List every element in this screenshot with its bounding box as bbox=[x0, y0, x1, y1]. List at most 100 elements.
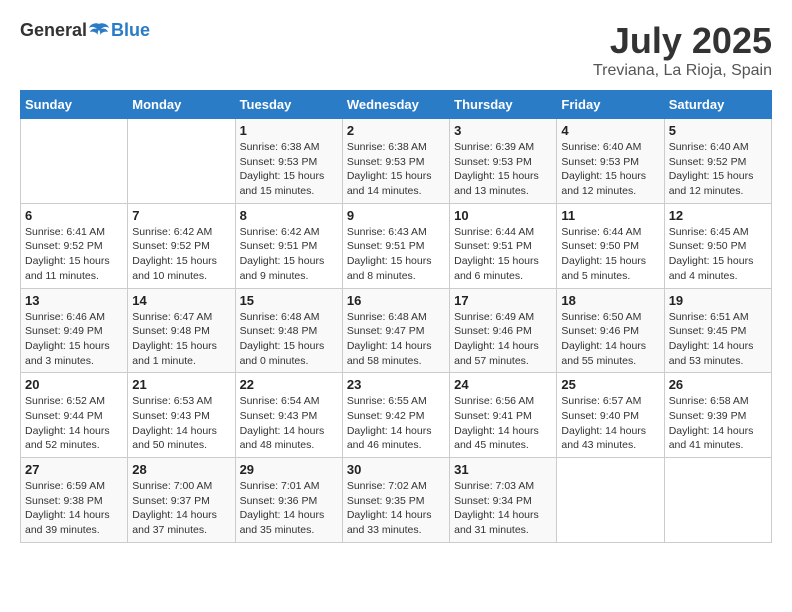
logo-general-text: General bbox=[20, 20, 87, 41]
day-info: Sunrise: 6:40 AMSunset: 9:53 PMDaylight:… bbox=[561, 140, 659, 199]
day-number: 28 bbox=[132, 462, 230, 477]
day-info: Sunrise: 6:42 AMSunset: 9:51 PMDaylight:… bbox=[240, 225, 338, 284]
day-number: 10 bbox=[454, 208, 552, 223]
day-info: Sunrise: 6:58 AMSunset: 9:39 PMDaylight:… bbox=[669, 394, 767, 453]
calendar-cell: 11 Sunrise: 6:44 AMSunset: 9:50 PMDayligh… bbox=[557, 203, 664, 288]
calendar-cell: 23 Sunrise: 6:55 AMSunset: 9:42 PMDayligh… bbox=[342, 373, 449, 458]
day-info: Sunrise: 6:44 AMSunset: 9:50 PMDaylight:… bbox=[561, 225, 659, 284]
day-number: 15 bbox=[240, 293, 338, 308]
day-number: 18 bbox=[561, 293, 659, 308]
day-info: Sunrise: 6:43 AMSunset: 9:51 PMDaylight:… bbox=[347, 225, 445, 284]
day-number: 14 bbox=[132, 293, 230, 308]
day-info: Sunrise: 6:48 AMSunset: 9:47 PMDaylight:… bbox=[347, 310, 445, 369]
calendar-cell: 9 Sunrise: 6:43 AMSunset: 9:51 PMDaylight… bbox=[342, 203, 449, 288]
calendar-cell bbox=[664, 458, 771, 543]
day-info: Sunrise: 6:56 AMSunset: 9:41 PMDaylight:… bbox=[454, 394, 552, 453]
calendar-table: SundayMondayTuesdayWednesdayThursdayFrid… bbox=[20, 90, 772, 543]
day-number: 8 bbox=[240, 208, 338, 223]
header-friday: Friday bbox=[557, 91, 664, 119]
day-number: 11 bbox=[561, 208, 659, 223]
day-info: Sunrise: 6:38 AMSunset: 9:53 PMDaylight:… bbox=[347, 140, 445, 199]
day-info: Sunrise: 6:41 AMSunset: 9:52 PMDaylight:… bbox=[25, 225, 123, 284]
calendar-week-row: 13Sunrise: 6:46 AMSunset: 9:49 PMDayligh… bbox=[21, 288, 772, 373]
day-number: 2 bbox=[347, 123, 445, 138]
calendar-cell: 2 Sunrise: 6:38 AMSunset: 9:53 PMDaylight… bbox=[342, 119, 449, 204]
calendar-cell: 18 Sunrise: 6:50 AMSunset: 9:46 PMDayligh… bbox=[557, 288, 664, 373]
calendar-cell bbox=[21, 119, 128, 204]
day-info: Sunrise: 6:53 AMSunset: 9:43 PMDaylight:… bbox=[132, 394, 230, 453]
day-number: 23 bbox=[347, 377, 445, 392]
day-number: 6 bbox=[25, 208, 123, 223]
day-number: 13 bbox=[25, 293, 123, 308]
day-info: Sunrise: 6:50 AMSunset: 9:46 PMDaylight:… bbox=[561, 310, 659, 369]
calendar-cell: 28 Sunrise: 7:00 AMSunset: 9:37 PMDayligh… bbox=[128, 458, 235, 543]
day-info: Sunrise: 7:00 AMSunset: 9:37 PMDaylight:… bbox=[132, 479, 230, 538]
calendar-cell: 7Sunrise: 6:42 AMSunset: 9:52 PMDaylight… bbox=[128, 203, 235, 288]
calendar-cell bbox=[128, 119, 235, 204]
calendar-cell: 10Sunrise: 6:44 AMSunset: 9:51 PMDayligh… bbox=[450, 203, 557, 288]
day-number: 26 bbox=[669, 377, 767, 392]
day-info: Sunrise: 6:39 AMSunset: 9:53 PMDaylight:… bbox=[454, 140, 552, 199]
calendar-cell: 17Sunrise: 6:49 AMSunset: 9:46 PMDayligh… bbox=[450, 288, 557, 373]
calendar-cell: 3 Sunrise: 6:39 AMSunset: 9:53 PMDaylight… bbox=[450, 119, 557, 204]
calendar-cell: 1Sunrise: 6:38 AMSunset: 9:53 PMDaylight… bbox=[235, 119, 342, 204]
month-title: July 2025 bbox=[593, 20, 772, 62]
calendar-cell: 15Sunrise: 6:48 AMSunset: 9:48 PMDayligh… bbox=[235, 288, 342, 373]
logo: General Blue bbox=[20, 20, 150, 41]
day-number: 9 bbox=[347, 208, 445, 223]
calendar-cell: 16 Sunrise: 6:48 AMSunset: 9:47 PMDayligh… bbox=[342, 288, 449, 373]
day-number: 25 bbox=[561, 377, 659, 392]
calendar-cell: 21 Sunrise: 6:53 AMSunset: 9:43 PMDayligh… bbox=[128, 373, 235, 458]
header-sunday: Sunday bbox=[21, 91, 128, 119]
location-title: Treviana, La Rioja, Spain bbox=[593, 62, 772, 80]
day-info: Sunrise: 6:59 AMSunset: 9:38 PMDaylight:… bbox=[25, 479, 123, 538]
calendar-cell: 22 Sunrise: 6:54 AMSunset: 9:43 PMDayligh… bbox=[235, 373, 342, 458]
calendar-cell: 4 Sunrise: 6:40 AMSunset: 9:53 PMDaylight… bbox=[557, 119, 664, 204]
calendar-cell: 24 Sunrise: 6:56 AMSunset: 9:41 PMDayligh… bbox=[450, 373, 557, 458]
header-thursday: Thursday bbox=[450, 91, 557, 119]
day-number: 21 bbox=[132, 377, 230, 392]
calendar-cell: 13Sunrise: 6:46 AMSunset: 9:49 PMDayligh… bbox=[21, 288, 128, 373]
calendar-header-row: SundayMondayTuesdayWednesdayThursdayFrid… bbox=[21, 91, 772, 119]
day-number: 19 bbox=[669, 293, 767, 308]
header-saturday: Saturday bbox=[664, 91, 771, 119]
calendar-cell: 30Sunrise: 7:02 AMSunset: 9:35 PMDayligh… bbox=[342, 458, 449, 543]
day-number: 29 bbox=[240, 462, 338, 477]
calendar-cell: 31Sunrise: 7:03 AMSunset: 9:34 PMDayligh… bbox=[450, 458, 557, 543]
calendar-week-row: 6 Sunrise: 6:41 AMSunset: 9:52 PMDaylight… bbox=[21, 203, 772, 288]
day-number: 24 bbox=[454, 377, 552, 392]
day-info: Sunrise: 6:38 AMSunset: 9:53 PMDaylight:… bbox=[240, 140, 338, 199]
day-info: Sunrise: 6:45 AMSunset: 9:50 PMDaylight:… bbox=[669, 225, 767, 284]
day-number: 16 bbox=[347, 293, 445, 308]
calendar-cell: 20Sunrise: 6:52 AMSunset: 9:44 PMDayligh… bbox=[21, 373, 128, 458]
day-number: 17 bbox=[454, 293, 552, 308]
day-info: Sunrise: 6:54 AMSunset: 9:43 PMDaylight:… bbox=[240, 394, 338, 453]
calendar-cell: 29Sunrise: 7:01 AMSunset: 9:36 PMDayligh… bbox=[235, 458, 342, 543]
day-info: Sunrise: 6:57 AMSunset: 9:40 PMDaylight:… bbox=[561, 394, 659, 453]
day-number: 3 bbox=[454, 123, 552, 138]
calendar-cell: 8 Sunrise: 6:42 AMSunset: 9:51 PMDaylight… bbox=[235, 203, 342, 288]
day-number: 27 bbox=[25, 462, 123, 477]
day-info: Sunrise: 6:42 AMSunset: 9:52 PMDaylight:… bbox=[132, 225, 230, 284]
header-monday: Monday bbox=[128, 91, 235, 119]
day-number: 12 bbox=[669, 208, 767, 223]
day-info: Sunrise: 6:51 AMSunset: 9:45 PMDaylight:… bbox=[669, 310, 767, 369]
logo-blue-text: Blue bbox=[111, 20, 150, 41]
calendar-cell: 6 Sunrise: 6:41 AMSunset: 9:52 PMDaylight… bbox=[21, 203, 128, 288]
calendar-cell bbox=[557, 458, 664, 543]
day-info: Sunrise: 6:47 AMSunset: 9:48 PMDaylight:… bbox=[132, 310, 230, 369]
header-tuesday: Tuesday bbox=[235, 91, 342, 119]
calendar-week-row: 27 Sunrise: 6:59 AMSunset: 9:38 PMDayligh… bbox=[21, 458, 772, 543]
day-info: Sunrise: 7:03 AMSunset: 9:34 PMDaylight:… bbox=[454, 479, 552, 538]
calendar-cell: 26 Sunrise: 6:58 AMSunset: 9:39 PMDayligh… bbox=[664, 373, 771, 458]
calendar-cell: 12 Sunrise: 6:45 AMSunset: 9:50 PMDayligh… bbox=[664, 203, 771, 288]
calendar-cell: 5Sunrise: 6:40 AMSunset: 9:52 PMDaylight… bbox=[664, 119, 771, 204]
day-number: 22 bbox=[240, 377, 338, 392]
day-number: 4 bbox=[561, 123, 659, 138]
calendar-cell: 14 Sunrise: 6:47 AMSunset: 9:48 PMDayligh… bbox=[128, 288, 235, 373]
day-number: 30 bbox=[347, 462, 445, 477]
page-header: General Blue July 2025 Treviana, La Rioj… bbox=[20, 20, 772, 80]
day-info: Sunrise: 6:55 AMSunset: 9:42 PMDaylight:… bbox=[347, 394, 445, 453]
title-block: July 2025 Treviana, La Rioja, Spain bbox=[593, 20, 772, 80]
day-info: Sunrise: 6:40 AMSunset: 9:52 PMDaylight:… bbox=[669, 140, 767, 199]
